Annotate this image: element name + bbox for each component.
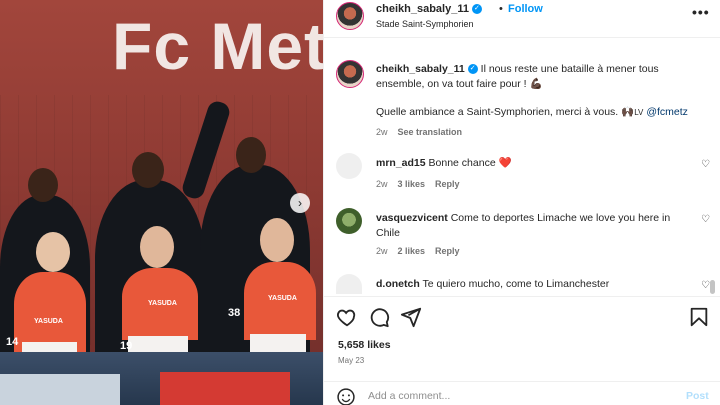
- kid-left-head: [36, 232, 70, 272]
- comments-scrollbar[interactable]: [710, 280, 715, 294]
- caption-text-block: cheikh_sabaly_11 ✓ Il nous reste une bata…: [376, 62, 706, 92]
- mention-link[interactable]: @fcmetz: [646, 106, 688, 118]
- reply-button[interactable]: Reply: [435, 246, 460, 256]
- player-left-head: [28, 168, 58, 202]
- caption-time[interactable]: 2w: [376, 127, 388, 137]
- comment-text-block: vasquezvicent Come to deportes Limache w…: [376, 211, 686, 241]
- comment-avatar[interactable]: [336, 153, 362, 179]
- heart-icon[interactable]: ♡: [701, 280, 710, 291]
- post-header: cheikh_sabaly_11 ✓ • Follow Stade Saint-S…: [324, 0, 720, 38]
- action-bar: 5,658 likes May 23: [324, 296, 720, 365]
- kid-middle-head: [140, 226, 174, 268]
- add-comment-bar: Add a comment... Post: [324, 381, 720, 405]
- comment-meta: 2w 2 likes Reply: [376, 246, 460, 256]
- comment-time: 2w: [376, 246, 388, 256]
- follow-button[interactable]: Follow: [508, 3, 543, 15]
- ad-boards: [0, 352, 323, 405]
- comment-avatar[interactable]: [336, 208, 362, 234]
- caption-line-2-text: Quelle ambiance a Saint-Symphorien, merc…: [376, 106, 619, 118]
- kid-left-sponsor: YASUDA: [34, 318, 63, 325]
- see-translation-link[interactable]: See translation: [398, 127, 463, 137]
- caption-avatar[interactable]: [336, 60, 364, 88]
- player-right-head: [236, 137, 266, 173]
- more-icon[interactable]: •••: [692, 4, 710, 20]
- post-photo[interactable]: Fc Met YASUDA YASUDA YASUDA 14 19 38 ›: [0, 0, 323, 405]
- caption-line-2: Quelle ambiance a Saint-Symphorien, merc…: [376, 105, 716, 118]
- author-avatar[interactable]: [336, 2, 364, 30]
- heart-emoji: ❤️: [498, 157, 512, 169]
- verified-icon: ✓: [471, 4, 482, 15]
- comment-text: Te quiero mucho, come to Limanchester: [422, 278, 610, 290]
- caption-username[interactable]: cheikh_sabaly_11 ✓: [376, 63, 478, 75]
- heart-icon[interactable]: ♡: [701, 214, 710, 225]
- emoji-icon[interactable]: [336, 387, 356, 405]
- comment-username[interactable]: mrn_ad15: [376, 157, 426, 169]
- comment-text-block: d.onetch Te quiero mucho, come to Limanc…: [376, 277, 686, 292]
- raised-hands-emoji: 🙌🏿: [621, 106, 635, 118]
- kid-middle-sponsor: YASUDA: [148, 300, 177, 307]
- comment-avatar[interactable]: [336, 274, 362, 294]
- ad-board-red: [160, 372, 290, 405]
- reply-button[interactable]: Reply: [435, 179, 460, 189]
- author-username[interactable]: cheikh_sabaly_11 ✓: [376, 3, 482, 15]
- separator-dot: •: [499, 3, 503, 15]
- caption-line-2-lv: LV: [634, 108, 644, 117]
- comment-meta: 2w 3 likes Reply: [376, 179, 460, 189]
- comment-username[interactable]: vasquezvicent: [376, 212, 448, 224]
- comment-icon[interactable]: [368, 306, 390, 328]
- likes-count[interactable]: 5,658 likes: [338, 339, 391, 351]
- post-side-panel: cheikh_sabaly_11 ✓ • Follow Stade Saint-S…: [323, 0, 720, 405]
- heart-icon[interactable]: [336, 306, 358, 328]
- verified-icon: ✓: [467, 64, 478, 75]
- comment-input[interactable]: Add a comment...: [368, 390, 450, 402]
- comment-username[interactable]: d.onetch: [376, 278, 420, 290]
- kid-right-sponsor: YASUDA: [268, 295, 297, 302]
- player-middle-head: [132, 152, 164, 188]
- shorts-number-1: 14: [6, 336, 19, 348]
- ad-board-light: [0, 374, 120, 405]
- kid-right-shorts: [250, 334, 306, 354]
- next-arrow-icon[interactable]: ›: [290, 193, 310, 213]
- comment-likes[interactable]: 3 likes: [398, 179, 426, 189]
- kid-left: [14, 272, 86, 352]
- share-icon[interactable]: [400, 306, 422, 328]
- comment-text-block: mrn_ad15 Bonne chance ❤️: [376, 156, 686, 171]
- caption-meta: 2w See translation: [376, 127, 462, 137]
- shorts-number-2: 19: [120, 340, 133, 352]
- comment-likes[interactable]: 2 likes: [398, 246, 426, 256]
- bookmark-icon[interactable]: [688, 306, 710, 328]
- post-button[interactable]: Post: [686, 390, 709, 402]
- heart-icon[interactable]: ♡: [701, 159, 710, 170]
- post-location[interactable]: Stade Saint-Symphorien: [376, 19, 474, 29]
- author-username-text[interactable]: cheikh_sabaly_11: [376, 3, 469, 15]
- instagram-post: Fc Met YASUDA YASUDA YASUDA 14 19 38 › c…: [0, 0, 720, 405]
- comment-text: Bonne chance: [428, 157, 496, 169]
- stadium-banner: Fc Met: [112, 9, 323, 83]
- post-date: May 23: [338, 356, 365, 365]
- shorts-number-3: 38: [228, 307, 241, 319]
- comment-time: 2w: [376, 179, 388, 189]
- kid-right-head: [260, 218, 294, 262]
- caption-username-text[interactable]: cheikh_sabaly_11: [376, 63, 465, 75]
